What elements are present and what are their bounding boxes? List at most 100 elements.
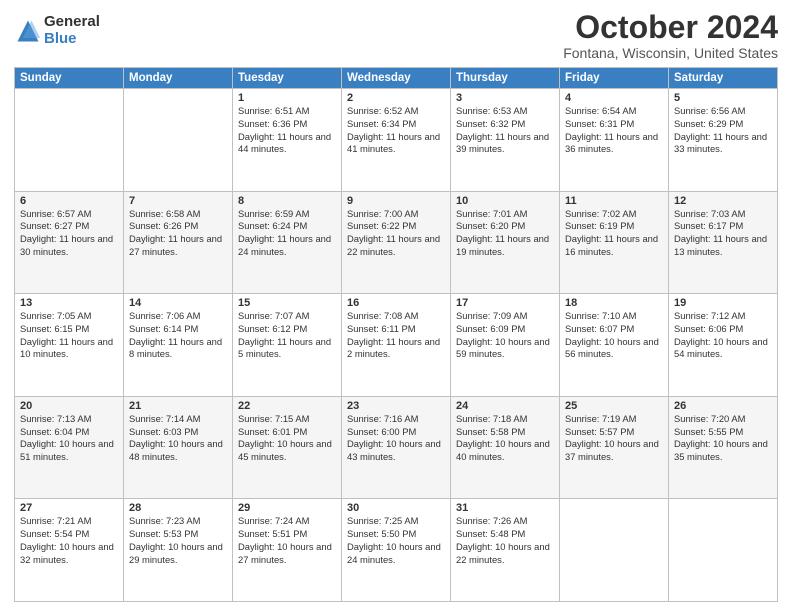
calendar-cell: 15Sunrise: 7:07 AMSunset: 6:12 PMDayligh… xyxy=(233,294,342,397)
calendar-cell: 19Sunrise: 7:12 AMSunset: 6:06 PMDayligh… xyxy=(669,294,778,397)
calendar-header-sunday: Sunday xyxy=(15,68,124,89)
calendar-cell: 27Sunrise: 7:21 AMSunset: 5:54 PMDayligh… xyxy=(15,499,124,602)
day-number: 18 xyxy=(565,297,663,309)
day-info: Sunrise: 7:18 AMSunset: 5:58 PMDaylight:… xyxy=(456,413,554,464)
calendar-cell: 5Sunrise: 6:56 AMSunset: 6:29 PMDaylight… xyxy=(669,89,778,192)
calendar-header-saturday: Saturday xyxy=(669,68,778,89)
day-number: 29 xyxy=(238,502,336,514)
day-info: Sunrise: 6:53 AMSunset: 6:32 PMDaylight:… xyxy=(456,105,554,156)
calendar-cell: 2Sunrise: 6:52 AMSunset: 6:34 PMDaylight… xyxy=(342,89,451,192)
calendar-week-row: 1Sunrise: 6:51 AMSunset: 6:36 PMDaylight… xyxy=(15,89,778,192)
day-number: 7 xyxy=(129,195,227,207)
calendar-cell: 18Sunrise: 7:10 AMSunset: 6:07 PMDayligh… xyxy=(560,294,669,397)
calendar-cell: 9Sunrise: 7:00 AMSunset: 6:22 PMDaylight… xyxy=(342,191,451,294)
day-number: 27 xyxy=(20,502,118,514)
day-number: 16 xyxy=(347,297,445,309)
day-info: Sunrise: 6:54 AMSunset: 6:31 PMDaylight:… xyxy=(565,105,663,156)
calendar-header-wednesday: Wednesday xyxy=(342,68,451,89)
day-info: Sunrise: 7:14 AMSunset: 6:03 PMDaylight:… xyxy=(129,413,227,464)
day-number: 22 xyxy=(238,400,336,412)
calendar-cell: 3Sunrise: 6:53 AMSunset: 6:32 PMDaylight… xyxy=(451,89,560,192)
day-number: 25 xyxy=(565,400,663,412)
day-info: Sunrise: 6:52 AMSunset: 6:34 PMDaylight:… xyxy=(347,105,445,156)
day-number: 6 xyxy=(20,195,118,207)
page: General Blue October 2024 Fontana, Wisco… xyxy=(0,0,792,612)
calendar-cell: 4Sunrise: 6:54 AMSunset: 6:31 PMDaylight… xyxy=(560,89,669,192)
day-info: Sunrise: 7:07 AMSunset: 6:12 PMDaylight:… xyxy=(238,310,336,361)
day-number: 8 xyxy=(238,195,336,207)
calendar-cell: 12Sunrise: 7:03 AMSunset: 6:17 PMDayligh… xyxy=(669,191,778,294)
day-number: 31 xyxy=(456,502,554,514)
day-info: Sunrise: 7:06 AMSunset: 6:14 PMDaylight:… xyxy=(129,310,227,361)
day-info: Sunrise: 6:57 AMSunset: 6:27 PMDaylight:… xyxy=(20,208,118,259)
calendar-cell: 25Sunrise: 7:19 AMSunset: 5:57 PMDayligh… xyxy=(560,396,669,499)
calendar-cell: 23Sunrise: 7:16 AMSunset: 6:00 PMDayligh… xyxy=(342,396,451,499)
calendar-cell: 20Sunrise: 7:13 AMSunset: 6:04 PMDayligh… xyxy=(15,396,124,499)
day-info: Sunrise: 7:01 AMSunset: 6:20 PMDaylight:… xyxy=(456,208,554,259)
calendar-header-row: SundayMondayTuesdayWednesdayThursdayFrid… xyxy=(15,68,778,89)
day-info: Sunrise: 7:12 AMSunset: 6:06 PMDaylight:… xyxy=(674,310,772,361)
day-info: Sunrise: 7:05 AMSunset: 6:15 PMDaylight:… xyxy=(20,310,118,361)
calendar-cell: 7Sunrise: 6:58 AMSunset: 6:26 PMDaylight… xyxy=(124,191,233,294)
day-info: Sunrise: 7:02 AMSunset: 6:19 PMDaylight:… xyxy=(565,208,663,259)
calendar-cell: 16Sunrise: 7:08 AMSunset: 6:11 PMDayligh… xyxy=(342,294,451,397)
logo-general-label: General xyxy=(44,14,100,31)
day-number: 21 xyxy=(129,400,227,412)
day-number: 30 xyxy=(347,502,445,514)
day-number: 12 xyxy=(674,195,772,207)
calendar-cell: 6Sunrise: 6:57 AMSunset: 6:27 PMDaylight… xyxy=(15,191,124,294)
title-block: October 2024 Fontana, Wisconsin, United … xyxy=(563,10,778,61)
day-info: Sunrise: 7:23 AMSunset: 5:53 PMDaylight:… xyxy=(129,515,227,566)
day-number: 24 xyxy=(456,400,554,412)
calendar-week-row: 6Sunrise: 6:57 AMSunset: 6:27 PMDaylight… xyxy=(15,191,778,294)
calendar-cell xyxy=(15,89,124,192)
day-info: Sunrise: 7:24 AMSunset: 5:51 PMDaylight:… xyxy=(238,515,336,566)
location: Fontana, Wisconsin, United States xyxy=(563,45,778,61)
calendar: SundayMondayTuesdayWednesdayThursdayFrid… xyxy=(14,67,778,602)
calendar-cell: 26Sunrise: 7:20 AMSunset: 5:55 PMDayligh… xyxy=(669,396,778,499)
logo-icon xyxy=(14,17,42,45)
calendar-cell: 24Sunrise: 7:18 AMSunset: 5:58 PMDayligh… xyxy=(451,396,560,499)
day-info: Sunrise: 7:13 AMSunset: 6:04 PMDaylight:… xyxy=(20,413,118,464)
calendar-cell: 1Sunrise: 6:51 AMSunset: 6:36 PMDaylight… xyxy=(233,89,342,192)
day-info: Sunrise: 7:09 AMSunset: 6:09 PMDaylight:… xyxy=(456,310,554,361)
day-number: 23 xyxy=(347,400,445,412)
day-number: 14 xyxy=(129,297,227,309)
day-number: 26 xyxy=(674,400,772,412)
calendar-cell: 14Sunrise: 7:06 AMSunset: 6:14 PMDayligh… xyxy=(124,294,233,397)
calendar-cell: 8Sunrise: 6:59 AMSunset: 6:24 PMDaylight… xyxy=(233,191,342,294)
logo-text: General Blue xyxy=(44,14,100,47)
calendar-cell: 30Sunrise: 7:25 AMSunset: 5:50 PMDayligh… xyxy=(342,499,451,602)
day-number: 15 xyxy=(238,297,336,309)
calendar-week-row: 13Sunrise: 7:05 AMSunset: 6:15 PMDayligh… xyxy=(15,294,778,397)
calendar-header-tuesday: Tuesday xyxy=(233,68,342,89)
day-number: 13 xyxy=(20,297,118,309)
day-number: 17 xyxy=(456,297,554,309)
calendar-cell xyxy=(560,499,669,602)
day-info: Sunrise: 7:26 AMSunset: 5:48 PMDaylight:… xyxy=(456,515,554,566)
day-number: 1 xyxy=(238,92,336,104)
calendar-header-friday: Friday xyxy=(560,68,669,89)
calendar-cell xyxy=(124,89,233,192)
day-info: Sunrise: 7:15 AMSunset: 6:01 PMDaylight:… xyxy=(238,413,336,464)
calendar-cell: 21Sunrise: 7:14 AMSunset: 6:03 PMDayligh… xyxy=(124,396,233,499)
day-number: 20 xyxy=(20,400,118,412)
day-number: 4 xyxy=(565,92,663,104)
day-info: Sunrise: 7:08 AMSunset: 6:11 PMDaylight:… xyxy=(347,310,445,361)
calendar-header-monday: Monday xyxy=(124,68,233,89)
day-number: 28 xyxy=(129,502,227,514)
calendar-cell: 17Sunrise: 7:09 AMSunset: 6:09 PMDayligh… xyxy=(451,294,560,397)
calendar-header-thursday: Thursday xyxy=(451,68,560,89)
day-number: 10 xyxy=(456,195,554,207)
calendar-cell: 11Sunrise: 7:02 AMSunset: 6:19 PMDayligh… xyxy=(560,191,669,294)
calendar-cell xyxy=(669,499,778,602)
day-number: 9 xyxy=(347,195,445,207)
day-info: Sunrise: 7:10 AMSunset: 6:07 PMDaylight:… xyxy=(565,310,663,361)
calendar-cell: 31Sunrise: 7:26 AMSunset: 5:48 PMDayligh… xyxy=(451,499,560,602)
header: General Blue October 2024 Fontana, Wisco… xyxy=(14,10,778,61)
month-title: October 2024 xyxy=(563,10,778,45)
calendar-cell: 29Sunrise: 7:24 AMSunset: 5:51 PMDayligh… xyxy=(233,499,342,602)
day-info: Sunrise: 7:20 AMSunset: 5:55 PMDaylight:… xyxy=(674,413,772,464)
logo-blue-label: Blue xyxy=(44,31,100,48)
calendar-cell: 10Sunrise: 7:01 AMSunset: 6:20 PMDayligh… xyxy=(451,191,560,294)
